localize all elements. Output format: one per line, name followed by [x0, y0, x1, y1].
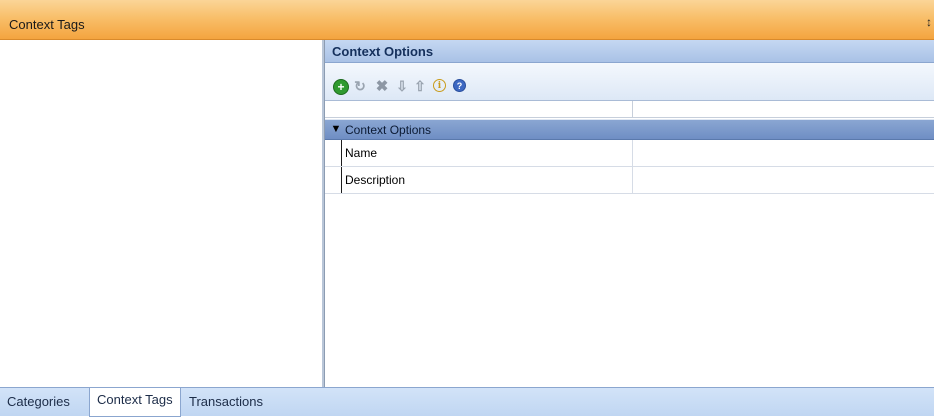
context-options-panel: Context Options + ↻ ✖ ⇩ ⇧ i ? ▼ Context … — [324, 40, 934, 387]
refresh-icon[interactable]: ↻ — [353, 78, 367, 94]
window-title: Context Tags — [9, 17, 85, 32]
move-down-icon[interactable]: ⇩ — [395, 78, 409, 94]
title-bar: Context Tags ↕ — [0, 0, 934, 40]
column-divider[interactable] — [632, 101, 633, 117]
toolbar: + ↻ ✖ ⇩ ⇧ i ? — [325, 63, 934, 101]
context-tag-tree[interactable] — [0, 40, 322, 387]
tab-categories[interactable]: Categories — [0, 392, 77, 416]
column-divider — [632, 167, 633, 193]
property-row-description[interactable]: Description — [325, 167, 934, 194]
property-name: Name — [345, 146, 378, 160]
panel-title: Context Options — [332, 44, 434, 59]
property-row-name[interactable]: Name — [325, 140, 934, 167]
row-gutter — [325, 140, 342, 166]
collapse-icon[interactable]: ▼ — [328, 121, 344, 137]
property-group-row[interactable]: ▼ Context Options — [325, 119, 934, 140]
property-name: Description — [345, 173, 406, 187]
help-icon[interactable]: ? — [453, 79, 466, 92]
row-gutter — [325, 167, 342, 193]
tab-context-tags[interactable]: Context Tags — [89, 388, 181, 417]
grid-header-row — [325, 101, 934, 118]
bottom-tab-bar: Categories Context Tags Transactions — [0, 387, 934, 417]
property-group-label: Context Options — [345, 123, 432, 137]
column-divider — [632, 140, 633, 166]
pin-icon[interactable]: ↕ — [926, 15, 932, 29]
panel-header: Context Options — [325, 40, 934, 63]
move-up-icon[interactable]: ⇧ — [413, 78, 427, 94]
info-icon[interactable]: i — [433, 79, 446, 92]
add-icon[interactable]: + — [333, 79, 349, 95]
delete-icon[interactable]: ✖ — [375, 78, 389, 95]
tab-transactions[interactable]: Transactions — [182, 392, 270, 416]
